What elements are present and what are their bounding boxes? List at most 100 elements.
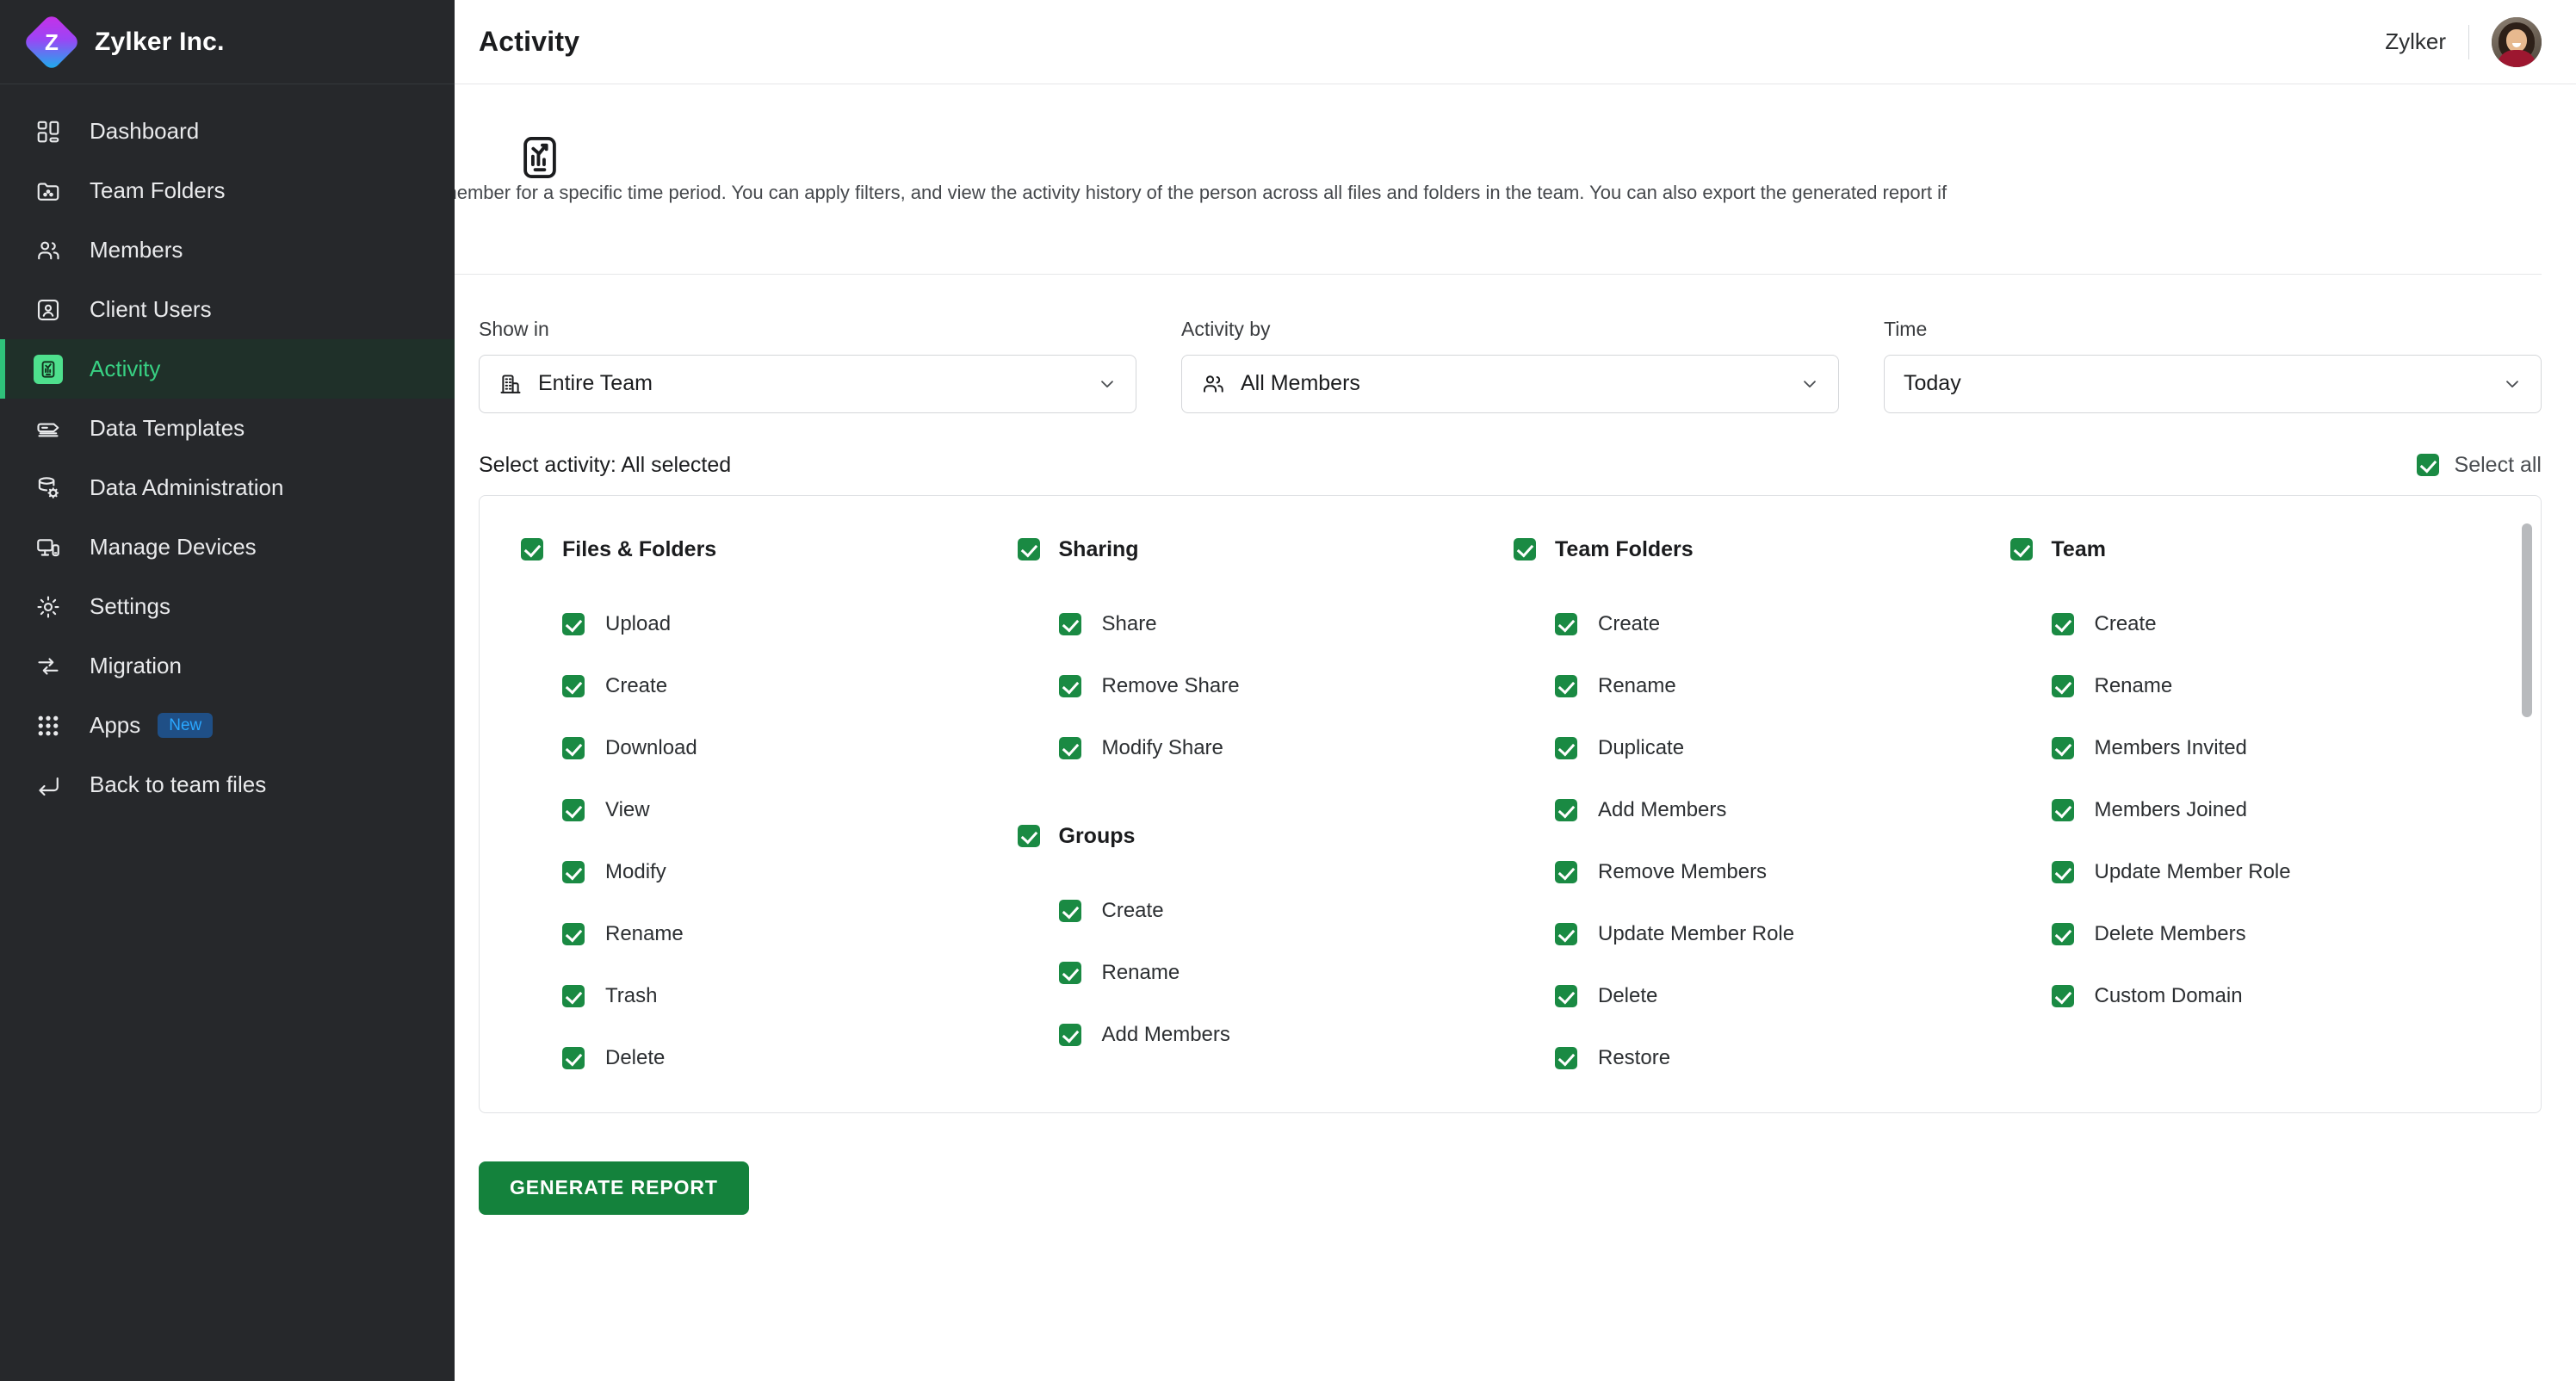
option-checkbox[interactable]: [2051, 798, 2074, 821]
chevron-down-icon[interactable]: [1098, 375, 1117, 393]
option-checkbox[interactable]: [1058, 1023, 1081, 1046]
option-checkbox[interactable]: [1058, 612, 1081, 635]
activity-option[interactable]: Restore: [1514, 1027, 2010, 1089]
activity-group-header[interactable]: Files & Folders: [521, 537, 1018, 562]
activity-option[interactable]: Share: [1018, 593, 1514, 655]
option-checkbox[interactable]: [1555, 984, 1577, 1007]
brand-header[interactable]: Z Zylker Inc.: [0, 0, 455, 84]
activity-group-header[interactable]: Sharing: [1017, 537, 1514, 562]
activity-option[interactable]: Create: [521, 655, 1018, 717]
group-checkbox[interactable]: [1017, 825, 1040, 848]
activity-option[interactable]: Duplicate: [1514, 717, 2010, 779]
option-checkbox[interactable]: [1555, 612, 1577, 635]
activity-option[interactable]: Rename: [521, 903, 1018, 965]
option-checkbox[interactable]: [1058, 674, 1081, 697]
activity-option[interactable]: Delete: [521, 1027, 1018, 1089]
sidebar-item-data-templates[interactable]: Data Templates: [0, 399, 455, 458]
sidebar-item-members[interactable]: Members: [0, 220, 455, 280]
activity-option[interactable]: Remove Share: [1018, 655, 1514, 717]
panel-scrollbar-thumb[interactable]: [2522, 523, 2532, 717]
option-checkbox[interactable]: [2051, 674, 2074, 697]
option-checkbox[interactable]: [1555, 860, 1577, 883]
option-checkbox[interactable]: [1555, 736, 1577, 759]
activity-option[interactable]: Rename: [1018, 942, 1514, 1004]
activity-by-select[interactable]: All Members: [1181, 354, 1839, 413]
activity-option[interactable]: Remove Members: [1514, 841, 2010, 903]
option-label: Remove Members: [1598, 859, 1768, 883]
option-checkbox[interactable]: [562, 736, 585, 759]
sidebar-item-dashboard[interactable]: Dashboard: [0, 102, 455, 161]
option-checkbox[interactable]: [2051, 922, 2074, 945]
team-name[interactable]: Zylker: [2385, 28, 2446, 55]
option-checkbox[interactable]: [1058, 899, 1081, 922]
option-checkbox[interactable]: [562, 674, 585, 697]
report-description: Generate an activity report of any team …: [455, 182, 1947, 203]
option-checkbox[interactable]: [1058, 736, 1081, 759]
option-checkbox[interactable]: [562, 612, 585, 635]
activity-option[interactable]: Modify: [521, 841, 1018, 903]
option-checkbox[interactable]: [1555, 674, 1577, 697]
option-checkbox[interactable]: [562, 922, 585, 945]
option-checkbox[interactable]: [1058, 961, 1081, 984]
option-checkbox[interactable]: [2051, 736, 2074, 759]
sidebar-item-label: Activity: [90, 356, 161, 381]
option-checkbox[interactable]: [562, 1046, 585, 1069]
option-checkbox[interactable]: [1555, 1046, 1577, 1069]
show-in-select[interactable]: Entire Team: [479, 354, 1136, 413]
panel-scrollbar[interactable]: [2522, 511, 2532, 1097]
chevron-down-icon[interactable]: [2503, 375, 2522, 393]
activity-option[interactable]: Delete Members: [2010, 903, 2507, 965]
group-checkbox[interactable]: [1514, 538, 1536, 561]
activity-option[interactable]: Update Member Role: [2010, 841, 2507, 903]
chevron-down-icon[interactable]: [1800, 375, 1819, 393]
sidebar-item-apps[interactable]: Apps New: [0, 696, 455, 755]
time-select[interactable]: Today: [1884, 354, 2542, 413]
activity-option[interactable]: Members Invited: [2010, 717, 2507, 779]
activity-option[interactable]: Members Joined: [2010, 779, 2507, 841]
option-checkbox[interactable]: [2051, 860, 2074, 883]
activity-option[interactable]: View: [521, 779, 1018, 841]
activity-option[interactable]: Download: [521, 717, 1018, 779]
activity-group-header[interactable]: Team: [2009, 537, 2507, 562]
option-checkbox[interactable]: [562, 984, 585, 1007]
option-checkbox[interactable]: [562, 860, 585, 883]
group-checkbox[interactable]: [521, 538, 543, 561]
activity-option[interactable]: Rename: [1514, 655, 2010, 717]
activity-group-header[interactable]: Team Folders: [1514, 537, 2010, 562]
activity-option[interactable]: Rename: [2010, 655, 2507, 717]
select-all-toggle[interactable]: Select all: [2416, 453, 2542, 478]
option-checkbox[interactable]: [1555, 922, 1577, 945]
sidebar-item-migration[interactable]: Migration: [0, 636, 455, 696]
avatar[interactable]: [2492, 16, 2542, 67]
activity-option[interactable]: Create: [1018, 880, 1514, 942]
activity-option[interactable]: Add Members: [1514, 779, 2010, 841]
activity-option[interactable]: Update Member Role: [1514, 903, 2010, 965]
option-checkbox[interactable]: [2051, 984, 2074, 1007]
activity-option[interactable]: Trash: [521, 965, 1018, 1027]
sidebar-item-team-folders[interactable]: Team Folders: [0, 161, 455, 220]
select-all-checkbox[interactable]: [2416, 454, 2439, 477]
sidebar-item-activity[interactable]: Activity: [0, 339, 455, 399]
sidebar-item-client-users[interactable]: Client Users: [0, 280, 455, 339]
option-checkbox[interactable]: [2051, 612, 2074, 635]
sidebar-item-manage-devices[interactable]: Manage Devices: [0, 517, 455, 577]
activity-option[interactable]: Upload: [521, 593, 1018, 655]
activity-option[interactable]: Create: [2010, 593, 2507, 655]
option-checkbox[interactable]: [562, 798, 585, 821]
activity-option[interactable]: Custom Domain: [2010, 965, 2507, 1027]
activity-option[interactable]: Add Members: [1018, 1004, 1514, 1066]
group-checkbox[interactable]: [1017, 538, 1040, 561]
sidebar-item-data-administration[interactable]: Data Administration: [0, 458, 455, 517]
option-checkbox[interactable]: [1555, 798, 1577, 821]
activity-option[interactable]: Create: [1514, 593, 2010, 655]
activity-group-header[interactable]: Groups: [1017, 824, 1514, 849]
generate-report-button[interactable]: GENERATE REPORT: [479, 1161, 749, 1215]
group-checkbox[interactable]: [2009, 538, 2033, 561]
activity-group: Team Create Rename Members Invited Members J…: [2009, 537, 2507, 1027]
sidebar: Z Zylker Inc. Dashboard Team Folders Membe…: [0, 0, 455, 1381]
option-label: Members Invited: [2094, 735, 2247, 759]
sidebar-item-settings[interactable]: Settings: [0, 577, 455, 636]
activity-option[interactable]: Modify Share: [1018, 717, 1514, 779]
activity-option[interactable]: Delete: [1514, 965, 2010, 1027]
sidebar-item-back-to-team-files[interactable]: Back to team files: [0, 755, 455, 814]
